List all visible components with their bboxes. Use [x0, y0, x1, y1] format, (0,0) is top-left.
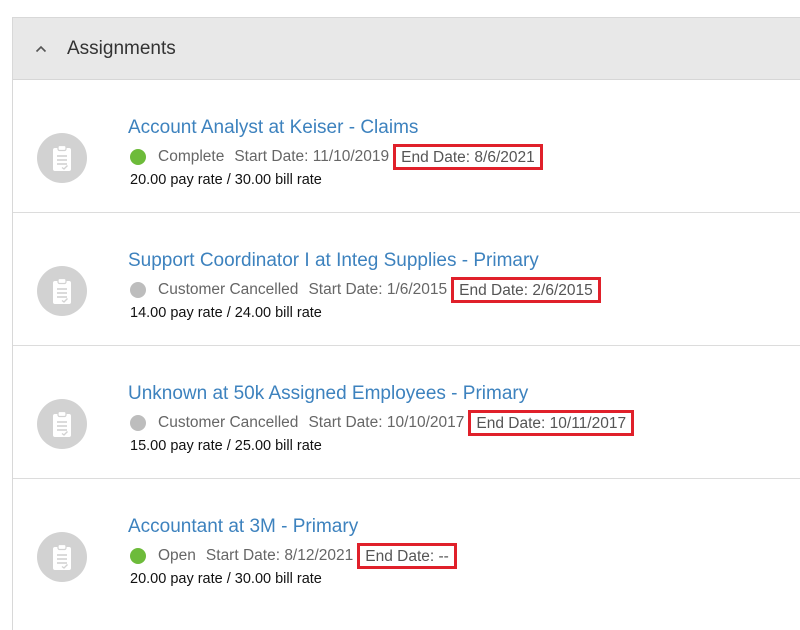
assignment-row: Account Analyst at Keiser - Claims Compl…: [13, 80, 800, 213]
status-dot: [130, 548, 146, 564]
clipboard-icon: [37, 399, 87, 449]
chevron-up-icon[interactable]: [29, 37, 53, 61]
pay-bill-rates: 20.00 pay rate / 30.00 bill rate: [130, 172, 322, 188]
status-text: Customer Cancelled: [158, 414, 299, 431]
panel-title: Assignments: [67, 37, 176, 59]
status-text: Open: [158, 547, 196, 564]
assignment-title-link[interactable]: Unknown at 50k Assigned Employees - Prim…: [128, 383, 528, 405]
pay-bill-rates: 20.00 pay rate / 30.00 bill rate: [130, 571, 322, 587]
status-text: Complete: [158, 148, 225, 165]
start-date: Start Date: 8/12/2021: [205, 547, 354, 564]
assignment-status-line: Open Start Date: 8/12/2021 End Date: --: [130, 543, 457, 569]
assignment-status-line: Customer Cancelled Start Date: 10/10/201…: [130, 410, 635, 436]
end-date: End Date: 2/6/2015: [451, 277, 601, 303]
assignment-status-line: Customer Cancelled Start Date: 1/6/2015 …: [130, 277, 601, 303]
status-text: Customer Cancelled: [158, 281, 299, 298]
start-date: Start Date: 11/10/2019: [234, 148, 390, 165]
assignment-row: Accountant at 3M - Primary Open Start Da…: [13, 479, 800, 612]
assignment-title-link[interactable]: Accountant at 3M - Primary: [128, 516, 358, 538]
pay-bill-rates: 14.00 pay rate / 24.00 bill rate: [130, 305, 322, 321]
status-dot: [130, 415, 146, 431]
status-dot: [130, 149, 146, 165]
assignments-panel: Assignments Account Analyst at Keiser - …: [12, 17, 800, 630]
assignment-row: Support Coordinator I at Integ Supplies …: [13, 213, 800, 346]
status-dot: [130, 282, 146, 298]
assignment-list: Account Analyst at Keiser - Claims Compl…: [13, 80, 800, 612]
end-date: End Date: --: [357, 543, 457, 569]
assignment-title-link[interactable]: Support Coordinator I at Integ Supplies …: [128, 250, 539, 272]
end-date: End Date: 8/6/2021: [393, 144, 543, 170]
assignment-row: Unknown at 50k Assigned Employees - Prim…: [13, 346, 800, 479]
clipboard-icon: [37, 266, 87, 316]
end-date: End Date: 10/11/2017: [468, 410, 635, 436]
pay-bill-rates: 15.00 pay rate / 25.00 bill rate: [130, 438, 322, 454]
clipboard-icon: [37, 532, 87, 582]
clipboard-icon: [37, 133, 87, 183]
assignment-title-link[interactable]: Account Analyst at Keiser - Claims: [128, 117, 418, 139]
start-date: Start Date: 1/6/2015: [308, 281, 448, 298]
assignment-status-line: Complete Start Date: 11/10/2019 End Date…: [130, 144, 543, 170]
start-date: Start Date: 10/10/2017: [308, 414, 465, 431]
panel-header[interactable]: Assignments: [13, 18, 800, 80]
